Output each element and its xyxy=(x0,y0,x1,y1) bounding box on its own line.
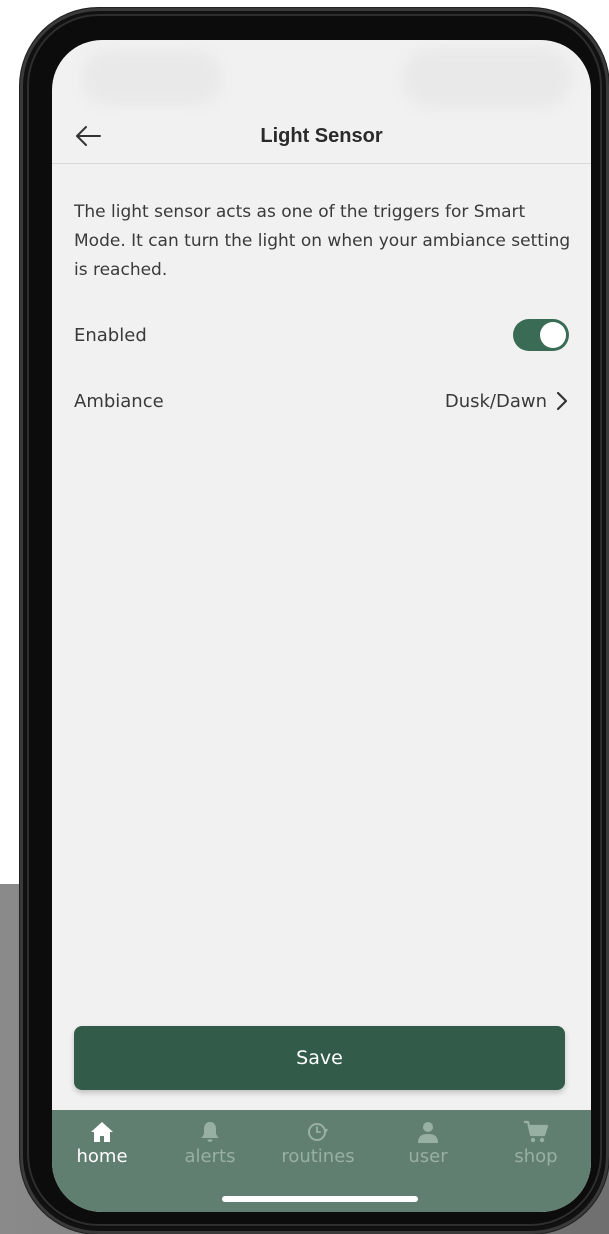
tab-label-user: user xyxy=(408,1146,448,1167)
cart-icon xyxy=(524,1120,549,1143)
status-bar-blur-left xyxy=(82,50,222,106)
tab-shop[interactable]: shop xyxy=(486,1118,586,1174)
back-arrow-icon xyxy=(76,126,101,146)
tab-home[interactable]: home xyxy=(52,1118,152,1174)
ambiance-value: Dusk/Dawn xyxy=(444,390,547,412)
bottom-tab-bar: home alerts routines user shop xyxy=(52,1110,591,1212)
app-screen: Light Sensor The light sensor acts as on… xyxy=(52,40,591,1212)
tab-label-routines: routines xyxy=(281,1146,355,1167)
tab-label-alerts: alerts xyxy=(184,1146,236,1167)
user-icon xyxy=(418,1122,438,1143)
page-title: Light Sensor xyxy=(260,125,383,147)
back-button[interactable] xyxy=(72,120,104,152)
nav-header: Light Sensor xyxy=(52,108,591,164)
bell-icon xyxy=(201,1122,219,1142)
tab-label-shop: shop xyxy=(514,1146,558,1167)
tab-alerts[interactable]: alerts xyxy=(160,1118,260,1174)
home-indicator[interactable] xyxy=(222,1196,418,1202)
clock-icon xyxy=(308,1123,328,1141)
toggle-knob xyxy=(540,322,566,348)
ambiance-label: Ambiance xyxy=(74,390,164,412)
ambiance-selector[interactable]: Dusk/Dawn xyxy=(445,390,569,412)
save-button[interactable]: Save xyxy=(74,1026,565,1090)
tab-user[interactable]: user xyxy=(378,1118,478,1174)
home-icon xyxy=(91,1122,113,1142)
tab-label-home: home xyxy=(76,1146,128,1167)
chevron-right-icon xyxy=(556,391,568,411)
status-bar-blur-right xyxy=(402,48,572,108)
tab-routines[interactable]: routines xyxy=(268,1118,368,1174)
sensor-description: The light sensor acts as one of the trig… xyxy=(74,202,571,280)
ambiance-row[interactable]: Ambiance Dusk/Dawn xyxy=(74,381,569,421)
enabled-row: Enabled xyxy=(74,315,569,355)
enabled-label: Enabled xyxy=(74,324,147,346)
enabled-toggle[interactable] xyxy=(513,319,569,351)
